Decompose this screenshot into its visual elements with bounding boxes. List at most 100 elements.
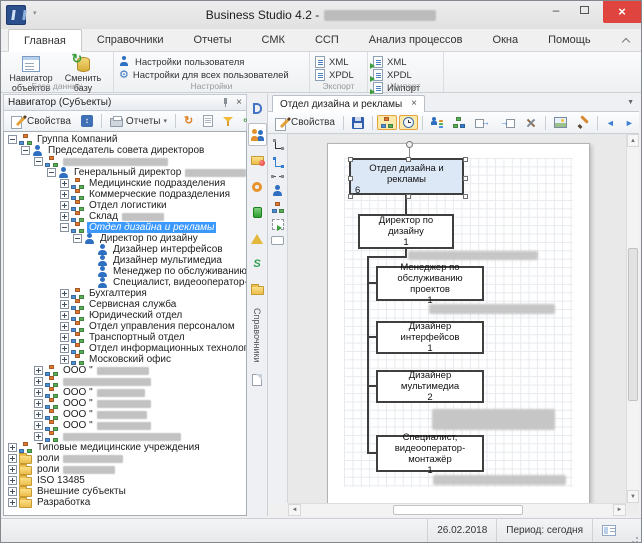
import-xml-button[interactable]: XML xyxy=(373,56,438,68)
external-frame-tool-icon[interactable] xyxy=(272,219,284,230)
connector-line[interactable] xyxy=(367,256,369,454)
expand-icon[interactable] xyxy=(34,432,43,441)
panel-close-icon[interactable]: × xyxy=(236,98,242,108)
expand-icon[interactable] xyxy=(34,366,43,375)
diagram-properties-button[interactable]: Свойства xyxy=(271,115,339,131)
diagram-canvas[interactable]: Отдел дизайна и рекламы6Директор по диза… xyxy=(288,134,626,503)
expand-icon[interactable] xyxy=(60,179,69,188)
expand-icon[interactable] xyxy=(8,454,17,463)
connector-line[interactable] xyxy=(367,256,407,258)
tab-close-icon[interactable]: × xyxy=(411,99,417,109)
all-users-settings-button[interactable]: ⚙ Настройки для всех пользователей xyxy=(119,69,304,81)
refresh-button[interactable]: ↻ xyxy=(180,114,197,129)
expand-icon[interactable] xyxy=(60,333,69,342)
show-period-toggle[interactable] xyxy=(399,115,418,130)
org-chart-node-spec[interactable]: Специалист, видеооператор-монтажёр1 xyxy=(376,435,484,472)
connector-line[interactable] xyxy=(367,336,376,338)
tree-item[interactable]: Менеджер по обслуживанию проектов xyxy=(4,266,246,277)
expand-icon[interactable] xyxy=(8,487,17,496)
rectangle-tool-icon[interactable] xyxy=(271,236,284,245)
tree-item[interactable]: Склад xyxy=(4,211,246,222)
add-unit-button[interactable] xyxy=(449,115,469,130)
expand-icon[interactable] xyxy=(34,377,43,386)
close-button[interactable]: × xyxy=(603,1,641,23)
tree-item[interactable]: Коммерческие подразделения xyxy=(4,189,246,200)
show-positions-toggle[interactable] xyxy=(377,115,397,130)
vertical-scrollbar[interactable]: ▲ ▼ xyxy=(626,134,639,503)
expand-icon[interactable] xyxy=(60,201,69,210)
org-chart-node-manager[interactable]: Менеджер по обслуживанию проектов1 xyxy=(376,266,484,301)
tab-otchety[interactable]: Отчеты xyxy=(179,29,247,51)
tree-item[interactable]: ООО " xyxy=(4,365,246,376)
expand-icon[interactable] xyxy=(60,311,69,320)
expand-icon[interactable] xyxy=(60,300,69,309)
tree-item[interactable]: Отдел управления персоналом xyxy=(4,321,246,332)
expand-icon[interactable] xyxy=(34,399,43,408)
tab-analiz-processov[interactable]: Анализ процессов xyxy=(354,29,478,51)
tree-item[interactable]: Отдел логистики xyxy=(4,200,246,211)
status-layout-button[interactable] xyxy=(592,519,625,542)
expand-icon[interactable] xyxy=(60,212,69,221)
tree-item[interactable]: Дизайнер мультимедиа xyxy=(4,255,246,266)
tree-item[interactable]: Сервисная служба xyxy=(4,299,246,310)
tree-item[interactable]: Отдел дизайна и рекламы xyxy=(4,222,246,233)
selection-handle[interactable] xyxy=(463,194,468,199)
selection-handle[interactable] xyxy=(406,194,411,199)
collapse-icon[interactable] xyxy=(8,135,17,144)
pin-icon[interactable] xyxy=(221,98,230,107)
filter-button[interactable] xyxy=(219,114,237,128)
tree-item[interactable]: Внешние субъекты xyxy=(4,486,246,497)
connector-line[interactable] xyxy=(367,282,376,284)
tree-item[interactable]: Юридический отдел xyxy=(4,310,246,321)
tree-item[interactable]: Разработка xyxy=(4,497,246,508)
back-button[interactable]: ◄ xyxy=(602,116,619,130)
sync-navigator-button[interactable]: ↕ xyxy=(77,113,97,129)
collapse-icon[interactable] xyxy=(34,157,43,166)
format-brush-button[interactable] xyxy=(573,115,593,131)
tree-item[interactable]: Директор по дизайну xyxy=(4,233,246,244)
save-button[interactable] xyxy=(348,115,368,131)
expand-icon[interactable] xyxy=(8,443,17,452)
horizontal-scrollbar[interactable]: ◄ ► xyxy=(288,503,626,516)
tree-item[interactable]: Типовые медицинские учреждения xyxy=(4,442,246,453)
expand-icon[interactable] xyxy=(60,322,69,331)
expand-icon[interactable] xyxy=(34,410,43,419)
org-chart-node-director[interactable]: Директор по дизайну1 xyxy=(358,214,454,249)
import-xpdl-button[interactable]: XPDL xyxy=(373,69,438,81)
connector-line[interactable] xyxy=(367,385,376,387)
tree-item[interactable]: роли xyxy=(4,453,246,464)
tree-item[interactable]: ООО " xyxy=(4,409,246,420)
tree-item[interactable]: ООО " xyxy=(4,398,246,409)
report-page-button[interactable] xyxy=(199,113,217,129)
rotation-handle[interactable] xyxy=(406,141,413,148)
collapse-icon[interactable] xyxy=(21,146,30,155)
selection-handle[interactable] xyxy=(406,157,411,162)
export-xpdl-button[interactable]: XPDL xyxy=(315,69,362,81)
expand-icon[interactable] xyxy=(60,355,69,364)
org-unit-tool-icon[interactable] xyxy=(272,202,284,213)
tab-subjects[interactable] xyxy=(248,123,267,146)
tree-item[interactable] xyxy=(4,376,246,387)
selection-handle[interactable] xyxy=(463,176,468,181)
selection-handle[interactable] xyxy=(348,194,353,199)
tab-list-caret-icon[interactable]: ▼ xyxy=(627,99,634,106)
scroll-right-button[interactable]: ► xyxy=(613,504,626,516)
save-image-button[interactable] xyxy=(550,115,571,130)
scroll-down-button[interactable]: ▼ xyxy=(627,490,639,503)
tab-smk[interactable]: СМК xyxy=(247,29,300,51)
diagram-tools-button[interactable] xyxy=(521,115,541,131)
scroll-left-button[interactable]: ◄ xyxy=(288,504,301,516)
import-diagram-button[interactable] xyxy=(496,116,519,130)
expand-icon[interactable] xyxy=(60,289,69,298)
connector-tool-icon[interactable] xyxy=(272,138,284,150)
tree-item[interactable]: ISO 13485 xyxy=(4,475,246,486)
expand-icon[interactable] xyxy=(34,421,43,430)
selection-handle[interactable] xyxy=(348,157,353,162)
expand-icon[interactable] xyxy=(34,388,43,397)
tree-item[interactable] xyxy=(4,156,246,167)
tab-spravochniki[interactable]: Справочники xyxy=(82,29,179,51)
tree-item[interactable]: Московский офис xyxy=(4,354,246,365)
tree-item[interactable]: Дизайнер интерфейсов xyxy=(4,244,246,255)
selection-handle[interactable] xyxy=(463,157,468,162)
org-chart-node-ui[interactable]: Дизайнер интерфейсов1 xyxy=(376,321,484,354)
